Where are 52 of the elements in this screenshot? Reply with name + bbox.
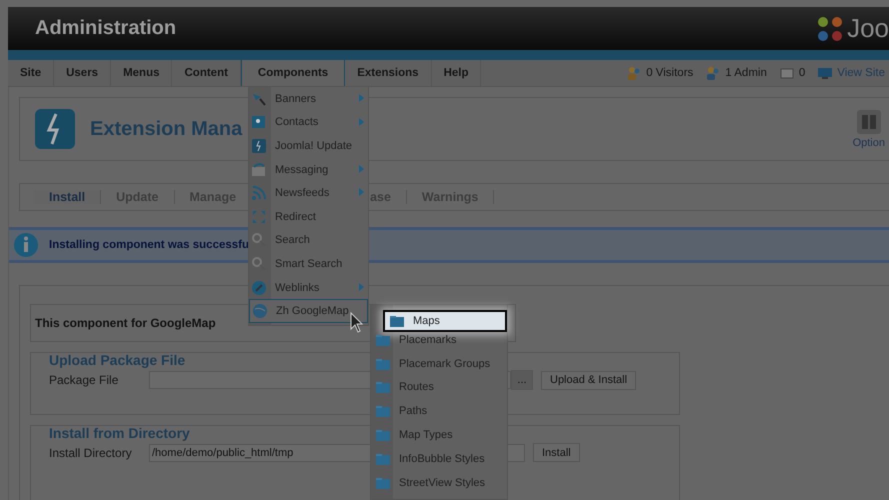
dropdown-item[interactable]: Redirect — [249, 204, 368, 229]
fieldset-legend: Install from Directory — [49, 425, 190, 441]
dropdown-item[interactable]: Zh GoogleMap — [249, 299, 368, 323]
dropdown-item[interactable]: Smart Search — [249, 252, 368, 276]
fieldset-legend: Upload Package File — [49, 352, 186, 368]
menu-item[interactable]: Help — [432, 60, 482, 86]
arrows-icon — [251, 208, 267, 225]
browse-button[interactable]: ... — [511, 370, 533, 390]
mouse-pointer-icon — [350, 312, 364, 334]
page-title: Extension Mana — [90, 118, 242, 140]
field-label: Package File — [49, 373, 120, 387]
menu-item[interactable]: Site — [8, 60, 54, 86]
folder-icon — [389, 313, 405, 329]
users-icon — [626, 65, 642, 81]
folder-icon — [375, 379, 391, 396]
envelope-icon — [251, 162, 267, 178]
menu-item[interactable]: Menus — [111, 60, 172, 86]
users-icon — [705, 65, 722, 81]
dropdown-item[interactable]: Contacts — [249, 110, 368, 134]
status-label: 0 — [798, 67, 806, 79]
install-button[interactable]: Install — [533, 443, 580, 462]
info-icon — [13, 232, 39, 258]
contact-card-icon — [251, 114, 267, 130]
status-label: 0 Visitors — [646, 67, 694, 79]
rss-icon — [251, 185, 267, 202]
folder-icon — [375, 403, 391, 420]
submenu-item[interactable]: Placemark Groups — [371, 352, 507, 376]
globe-icon — [252, 303, 268, 320]
dropdown-item[interactable]: Joomla! Update — [249, 134, 368, 158]
logo-text: Joo — [847, 13, 889, 44]
switch-icon — [856, 109, 882, 135]
message-text: Installing component was successfu — [49, 239, 250, 251]
dropdown-item[interactable]: Search — [249, 228, 368, 252]
submenu-item[interactable]: Maps — [383, 310, 507, 332]
submenu-item[interactable]: StreetView Styles — [371, 470, 507, 495]
monitor-icon — [817, 65, 834, 81]
dropdown-item[interactable]: Weblinks — [249, 276, 368, 300]
lightning-icon — [34, 108, 76, 150]
lightning-icon — [251, 138, 267, 154]
dropdown-item[interactable]: Messaging — [249, 158, 368, 182]
options-button[interactable]: Option — [852, 109, 885, 149]
admin-title: Administration — [35, 17, 176, 40]
status-label: View Site — [837, 67, 885, 79]
submenu-item[interactable]: Routes — [371, 376, 507, 400]
menu-item[interactable]: Users — [54, 60, 112, 86]
field-label: Install Directory — [49, 446, 133, 460]
folder-icon — [375, 427, 391, 444]
status-label: 1 Admin — [725, 67, 767, 79]
menu-item[interactable]: Components — [240, 60, 346, 86]
submenu-item[interactable]: Paths — [371, 399, 507, 424]
dropdown-item[interactable]: Banners — [249, 87, 368, 111]
upload-button[interactable]: Upload & Install — [541, 370, 636, 390]
